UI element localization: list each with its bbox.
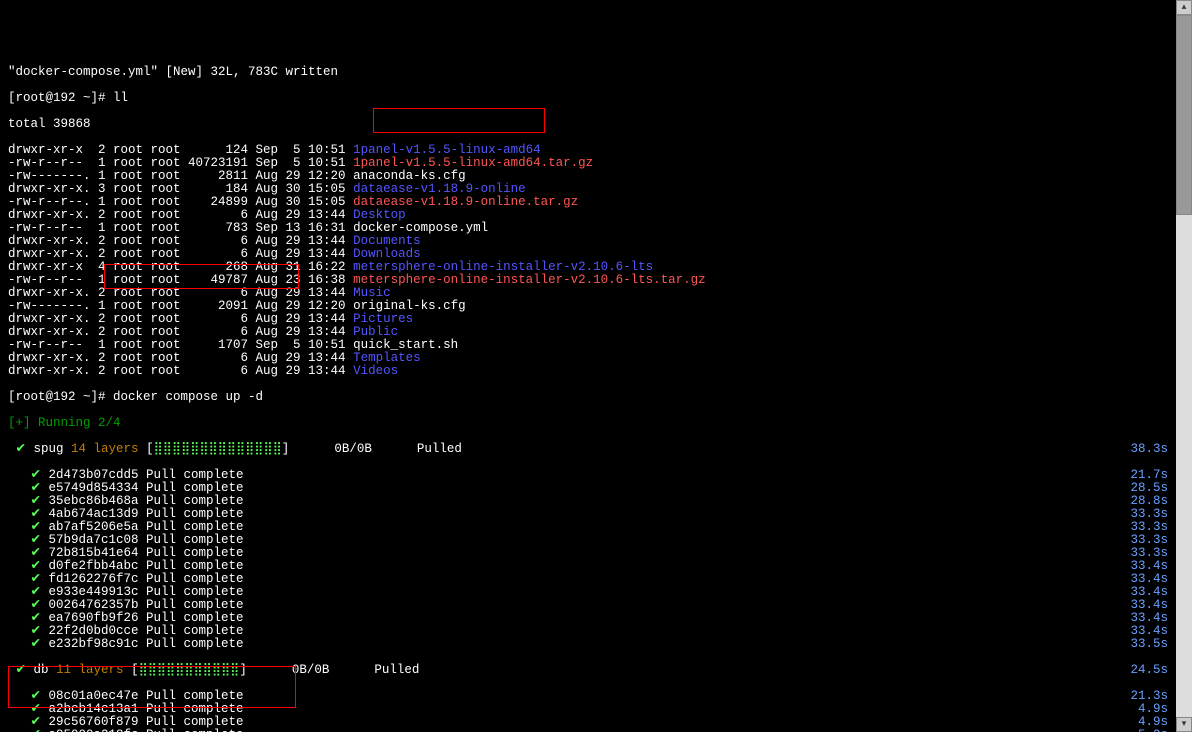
vim-status: "docker-compose.yml" [New] 32L, 783C wri… bbox=[8, 66, 1184, 79]
spug-header: ✔ spug 14 layers [⣿⣿⣿⣿⣿⣿⣿⣿⣿⣿⣿⣿⣿⣿] 0B/0B … bbox=[8, 443, 1184, 456]
total-line: total 39868 bbox=[8, 118, 1184, 131]
running-header: [+] Running 2/4 bbox=[8, 417, 1184, 430]
prompt-compose: [root@192 ~]# docker compose up -d bbox=[8, 391, 1184, 404]
terminal[interactable]: "docker-compose.yml" [New] 32L, 783C wri… bbox=[0, 52, 1192, 732]
prompt-ll: [root@192 ~]# ll bbox=[8, 92, 1184, 105]
db-header: ✔ db 11 layers [⣿⣿⣿⣿⣿⣿⣿⣿⣿⣿⣿] 0B/0B Pulle… bbox=[8, 664, 1184, 677]
scrollbar-thumb[interactable] bbox=[1176, 15, 1192, 215]
scroll-up-button[interactable]: ▴ bbox=[1176, 0, 1192, 15]
scroll-down-button[interactable]: ▾ bbox=[1176, 717, 1192, 732]
file-row: drwxr-xr-x. 2 root root 6 Aug 29 13:44 V… bbox=[8, 365, 1184, 378]
layer-row: ✔ e232bf98c91c Pull complete33.5s bbox=[8, 638, 1184, 651]
